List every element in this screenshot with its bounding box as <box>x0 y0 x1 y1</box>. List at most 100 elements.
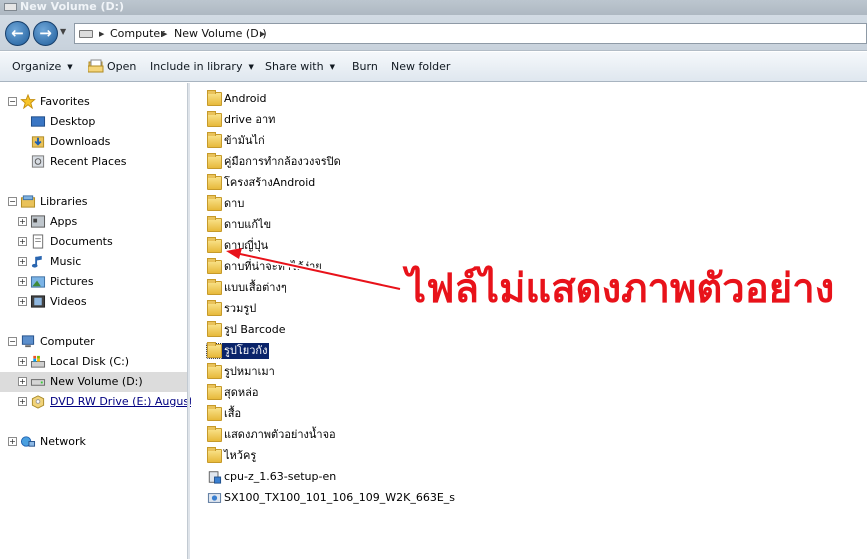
expand-icon[interactable]: + <box>18 217 27 226</box>
file-name: เสื้อ <box>224 407 242 420</box>
file-name: รูปหมาเมา <box>224 365 275 378</box>
star-icon <box>20 94 36 109</box>
nav-libraries[interactable]: − Libraries <box>0 192 187 212</box>
collapse-icon[interactable]: − <box>8 337 17 346</box>
local-disk-icon <box>30 355 46 368</box>
file-name: โครงสร้างAndroid <box>224 176 316 189</box>
collapse-icon[interactable]: − <box>8 197 17 206</box>
nav-item-recent-places[interactable]: Recent Places <box>0 152 187 172</box>
network-icon <box>20 436 36 447</box>
videos-icon <box>30 295 46 308</box>
nav-item-downloads[interactable]: Downloads <box>0 132 187 152</box>
chevron-right-icon[interactable]: ▶ <box>99 30 104 38</box>
back-button[interactable]: ← <box>5 21 30 46</box>
folder-icon <box>207 384 222 400</box>
drive-icon <box>30 379 46 386</box>
executable-icon <box>207 493 222 503</box>
file-name: ไหว้ครู <box>224 449 257 462</box>
nav-item-pictures[interactable]: + Pictures <box>0 272 187 292</box>
file-name: รูปโยวกัง <box>222 343 270 359</box>
file-name: ดาบญี่ปุ่น <box>224 239 269 252</box>
file-name: cpu-z_1.63-setup-en <box>224 470 337 483</box>
folder-icon <box>207 300 222 316</box>
forward-button[interactable]: → <box>33 21 58 46</box>
command-bar: Organize ▼ Open Include in library ▼ Share… <box>0 52 867 82</box>
pane-splitter[interactable] <box>187 83 190 559</box>
address-bar-area: ← → ▼ ▶ Computer ▶ New Volume (D:) ▶ <box>0 15 867 51</box>
nav-item-videos[interactable]: + Videos <box>0 292 187 312</box>
breadcrumb-computer[interactable]: Computer <box>110 27 165 40</box>
expand-icon[interactable]: + <box>8 437 17 446</box>
dvd-drive-icon <box>31 395 45 409</box>
navigation-pane: − Favorites Desktop Downloads Recent Pla… <box>0 83 204 559</box>
desktop-icon <box>30 116 46 127</box>
file-name: คู่มือการทำกล้องวงจรปิด <box>224 155 341 168</box>
folder-icon <box>207 195 222 211</box>
burn-button[interactable]: Burn <box>352 60 378 73</box>
nav-item-local-disk-c[interactable]: + Local Disk (C:) <box>0 352 187 372</box>
window-title: New Volume (D:) <box>20 0 125 13</box>
nav-item-new-volume-d[interactable]: + New Volume (D:) <box>0 372 187 392</box>
folder-icon <box>206 342 223 359</box>
nav-item-desktop[interactable]: Desktop <box>0 112 187 132</box>
expand-icon[interactable]: + <box>18 357 27 366</box>
libraries-icon <box>20 195 36 208</box>
expand-icon[interactable]: + <box>18 377 27 386</box>
share-with-button[interactable]: Share with ▼ <box>265 60 335 73</box>
nav-computer[interactable]: − Computer <box>0 332 187 352</box>
nav-favorites[interactable]: − Favorites <box>0 92 187 112</box>
folder-icon <box>207 405 222 421</box>
folder-icon <box>207 279 222 295</box>
recent-pages-dropdown-icon[interactable]: ▼ <box>60 27 66 36</box>
apps-icon <box>30 215 46 228</box>
file-name: แสดงภาพตัวอย่างน้ำจอ <box>224 428 336 441</box>
drive-icon <box>4 3 17 11</box>
chevron-right-icon[interactable]: ▶ <box>260 30 265 38</box>
nav-item-dvd-drive-e[interactable]: + DVD RW Drive (E:) August 2 <box>0 392 204 412</box>
file-name: รูป Barcode <box>224 323 286 336</box>
computer-icon <box>21 335 35 348</box>
expand-icon[interactable]: + <box>18 297 27 306</box>
folder-icon <box>207 426 222 442</box>
nav-item-music[interactable]: + Music <box>0 252 187 272</box>
folder-icon <box>207 111 222 127</box>
include-in-library-button[interactable]: Include in library ▼ <box>150 60 254 73</box>
folder-icon <box>207 447 222 463</box>
folder-icon <box>207 153 222 169</box>
file-list-pane: Android drive อาท ข้ามันไก่ คู่มือการทำกล้อ… <box>191 83 867 559</box>
address-input[interactable]: ▶ Computer ▶ New Volume (D:) ▶ <box>74 23 867 44</box>
breadcrumb-current[interactable]: New Volume (D:) <box>174 27 267 40</box>
file-name: drive อาท <box>224 113 276 126</box>
folder-icon <box>207 237 222 253</box>
open-button[interactable]: Open <box>107 60 136 73</box>
file-name: ดาบแก้ไข <box>224 218 272 231</box>
music-icon <box>31 255 42 268</box>
file-name: Android <box>224 92 267 105</box>
file-name: แบบเสื้อต่างๆ <box>224 281 287 294</box>
folder-icon <box>207 132 222 148</box>
title-bar: New Volume (D:) <box>0 0 867 15</box>
collapse-icon[interactable]: − <box>8 97 17 106</box>
folder-icon <box>207 90 222 106</box>
pictures-icon <box>30 276 46 288</box>
expand-icon[interactable]: + <box>18 277 27 286</box>
folder-icon <box>207 216 222 232</box>
folder-icon <box>207 258 222 274</box>
installer-icon <box>208 471 222 484</box>
nav-network[interactable]: + Network <box>0 432 187 452</box>
nav-item-apps[interactable]: + Apps <box>0 212 187 232</box>
documents-icon <box>32 234 44 249</box>
nav-item-documents[interactable]: + Documents <box>0 232 187 252</box>
expand-icon[interactable]: + <box>18 397 27 406</box>
file-name: รวมรูป <box>224 302 257 315</box>
downloads-icon <box>31 136 45 148</box>
organize-button[interactable]: Organize ▼ <box>12 60 73 73</box>
expand-icon[interactable]: + <box>18 237 27 246</box>
file-name: SX100_TX100_101_106_109_W2K_663E_s <box>224 491 456 504</box>
chevron-right-icon[interactable]: ▶ <box>162 30 167 38</box>
drive-icon <box>79 30 93 38</box>
expand-icon[interactable]: + <box>18 257 27 266</box>
folder-icon <box>207 321 222 337</box>
folder-icon <box>207 174 222 190</box>
new-folder-button[interactable]: New folder <box>391 60 450 73</box>
